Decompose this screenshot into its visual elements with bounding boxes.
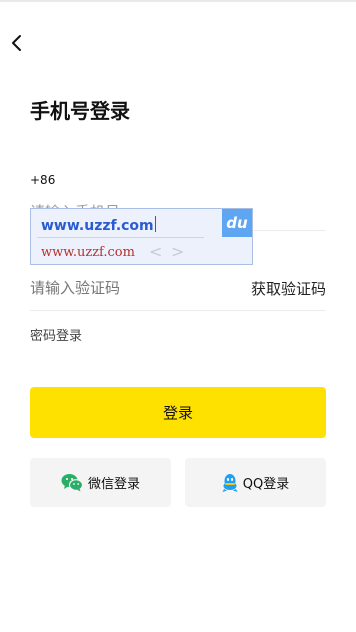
password-login-link[interactable]: 密码登录: [30, 325, 82, 344]
wechat-login-label: 微信登录: [87, 477, 140, 492]
ime-caret: [154, 216, 156, 232]
ime-divider: [37, 237, 204, 238]
ime-candidate[interactable]: www.uzzf.com: [41, 245, 135, 260]
wechat-login-button[interactable]: 微信登录: [30, 458, 171, 507]
ime-prev-arrow[interactable]: <: [149, 242, 162, 261]
qq-login-button[interactable]: QQ登录: [185, 458, 326, 507]
verification-code-input[interactable]: [30, 274, 230, 302]
ime-candidate-panel: www.uzzf.com www.uzzf.com < > du: [30, 208, 253, 265]
login-button-label: 登录: [162, 404, 193, 422]
page-title: 手机号登录: [30, 99, 130, 123]
back-button[interactable]: [6, 32, 28, 54]
ime-logo: du: [222, 209, 252, 237]
get-code-button[interactable]: 获取验证码: [251, 278, 326, 299]
qq-icon: [222, 473, 238, 493]
qq-login-label: QQ登录: [242, 477, 290, 492]
country-code[interactable]: +86: [30, 173, 55, 187]
chevron-left-icon: [12, 35, 21, 51]
ime-composition-text: www.uzzf.com: [41, 216, 156, 234]
wechat-icon: [61, 473, 83, 492]
verification-row: 获取验证码: [30, 268, 326, 311]
ime-next-arrow[interactable]: >: [171, 242, 184, 261]
login-button[interactable]: 登录: [30, 387, 326, 438]
status-bar-edge: [0, 0, 356, 2]
